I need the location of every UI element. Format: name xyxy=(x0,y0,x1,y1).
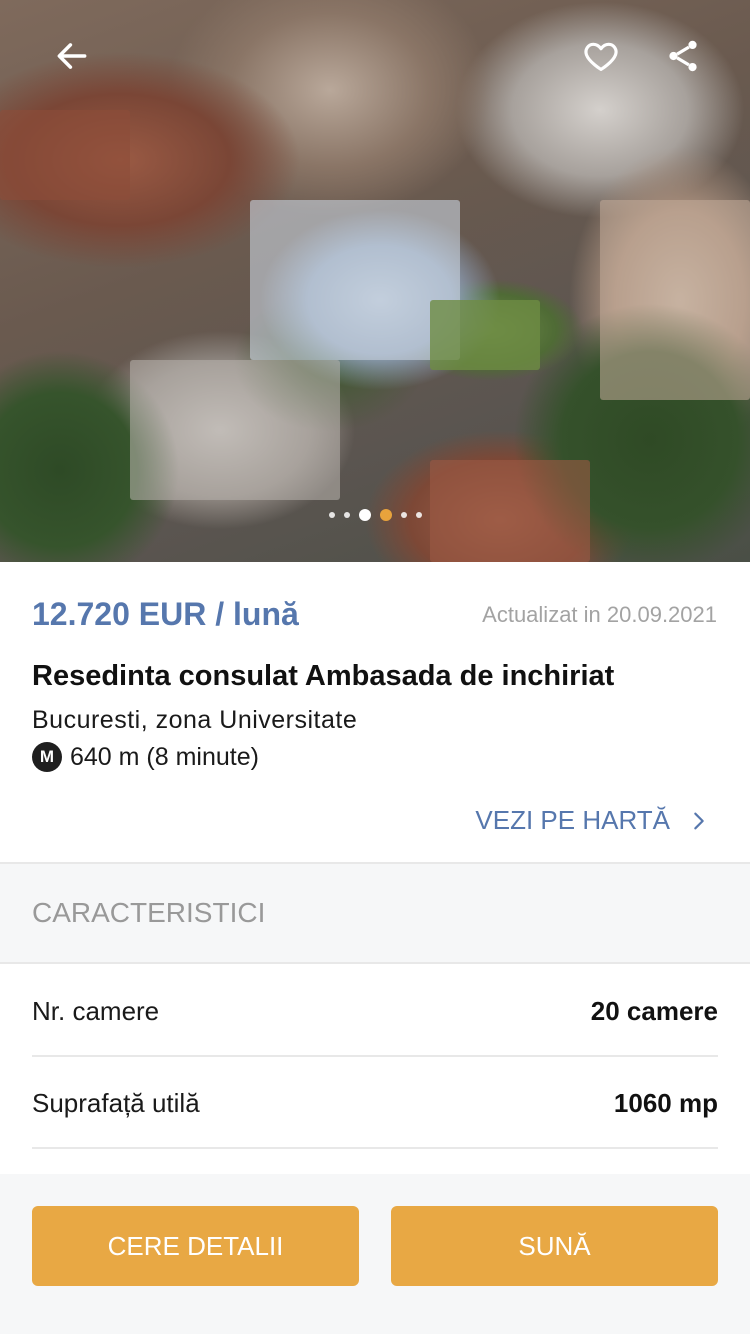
photo-garden xyxy=(430,300,540,370)
listing-photo-gallery[interactable] xyxy=(0,0,750,562)
listing-title: Resedinta consulat Ambasada de inchiriat xyxy=(32,660,615,692)
photo-building xyxy=(250,200,460,360)
gallery-dot-active[interactable] xyxy=(379,509,392,521)
characteristic-label: Nr. camere xyxy=(32,996,160,1026)
metro-icon: M xyxy=(32,742,62,772)
chevron-right-icon xyxy=(694,812,704,829)
share-button[interactable] xyxy=(659,32,707,80)
gallery-dot[interactable] xyxy=(415,512,422,518)
favorite-button[interactable] xyxy=(577,32,625,80)
metro-distance: 640 m (8 minute) xyxy=(70,742,259,771)
back-button[interactable] xyxy=(48,32,96,80)
share-icon xyxy=(669,40,697,72)
listing-location: Bucuresti, zona Universitate xyxy=(32,706,358,734)
gallery-dot[interactable] xyxy=(343,512,350,518)
characteristic-value: 1060 mp xyxy=(613,1088,718,1118)
gallery-pagination xyxy=(0,507,750,523)
call-button[interactable]: SUNĂ xyxy=(391,1206,718,1286)
photo-roof xyxy=(130,360,340,500)
characteristic-row-rooms: Nr. camere 20 camere xyxy=(32,965,718,1057)
request-details-button[interactable]: CERE DETALII xyxy=(32,1206,359,1286)
gallery-dot[interactable] xyxy=(328,512,335,518)
metro-distance-row: M 640 m (8 minute) xyxy=(32,742,259,772)
listing-price: 12.720 EUR / lună xyxy=(32,596,299,632)
view-on-map-label: VEZI PE HARTĂ xyxy=(475,805,670,835)
arrow-left-icon xyxy=(57,43,87,69)
updated-date: Actualizat in 20.09.2021 xyxy=(482,602,717,627)
photo-tower xyxy=(600,200,750,400)
characteristic-label: Suprafață utilă xyxy=(32,1088,200,1118)
gallery-dot[interactable] xyxy=(358,509,371,521)
characteristics-header: CARACTERISTICI xyxy=(0,862,750,964)
gallery-dot[interactable] xyxy=(400,512,407,518)
photo-roof xyxy=(0,110,130,200)
view-on-map-link[interactable]: VEZI PE HARTĂ xyxy=(475,805,710,836)
characteristics-heading: CARACTERISTICI xyxy=(32,897,266,928)
characteristic-row-area: Suprafață utilă 1060 mp xyxy=(32,1057,718,1149)
characteristic-value: 20 camere xyxy=(590,996,718,1026)
heart-outline-icon xyxy=(584,42,618,72)
